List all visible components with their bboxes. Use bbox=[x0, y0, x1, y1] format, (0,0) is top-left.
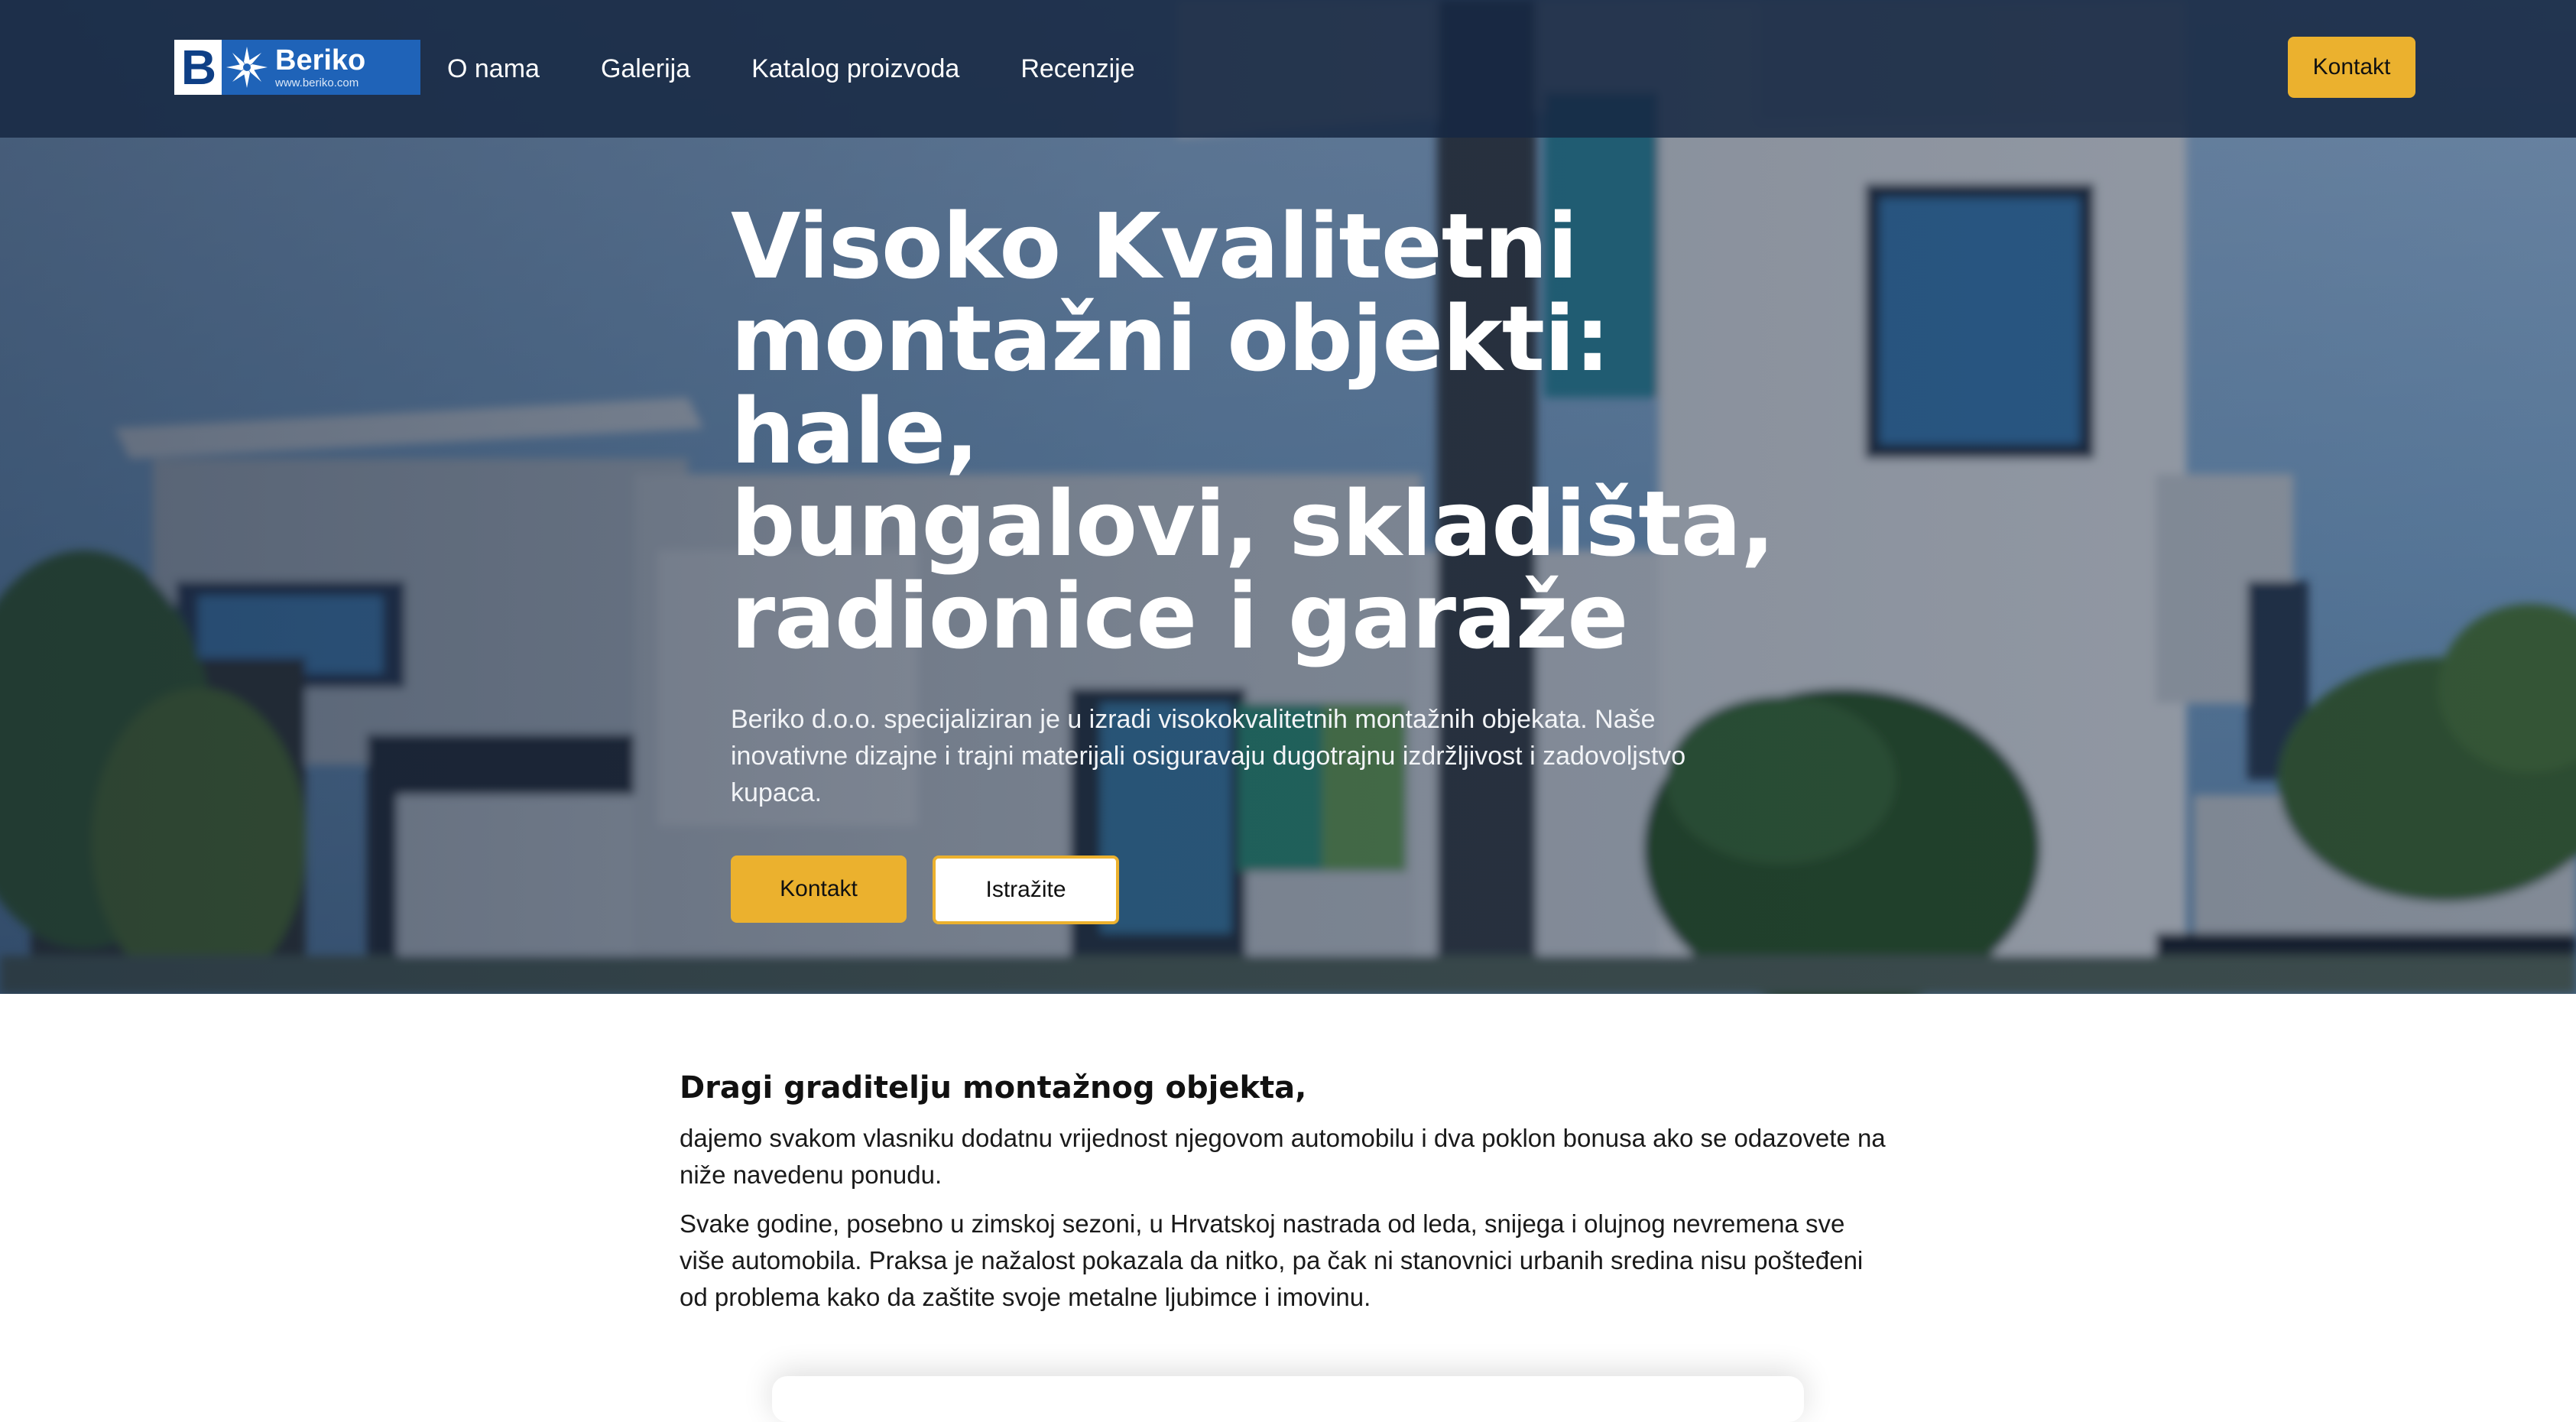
logo-text-block: Beriko www.beriko.com bbox=[275, 46, 365, 89]
hero-title-line: montažni objekti: hale, bbox=[731, 286, 1611, 484]
hero-istrazite-button[interactable]: Istražite bbox=[933, 855, 1119, 924]
beriko-logo[interactable]: B Beriko www.beriko.com bbox=[174, 40, 420, 95]
intro-section: Dragi graditelju montažnog objekta, daje… bbox=[680, 1066, 1903, 1328]
logo-name: Beriko bbox=[275, 44, 366, 76]
logo-url: www.beriko.com bbox=[275, 76, 359, 89]
top-navbar: B Beriko www.beriko.com O nama Galerija … bbox=[0, 0, 2576, 138]
nav-menu: O nama Galerija Katalog proizvoda Recenz… bbox=[447, 46, 1135, 92]
hero-section: B Beriko www.beriko.com O nama Galerija … bbox=[0, 0, 2576, 994]
nav-item-recenzije[interactable]: Recenzije bbox=[1020, 54, 1134, 84]
nav-kontakt-button[interactable]: Kontakt bbox=[2288, 37, 2415, 98]
intro-paragraph: dajemo svakom vlasniku dodatnu vrijednos… bbox=[680, 1124, 1886, 1189]
hero-subtitle: Beriko d.o.o. specijaliziran je u izradi… bbox=[731, 705, 1686, 807]
hero-title-line: Visoko Kvalitetni bbox=[731, 193, 1578, 299]
nav-item-galerija[interactable]: Galerija bbox=[601, 54, 690, 84]
hero-title-line: bungalovi, skladišta, bbox=[731, 471, 1775, 576]
logo-letter: B bbox=[174, 40, 222, 95]
hero-title-line: radionice i garaže bbox=[731, 563, 1628, 669]
star-icon bbox=[226, 47, 268, 88]
hero-content: Visoko Kvalitetni montažni objekti: hale… bbox=[731, 200, 1816, 924]
hero-title: Visoko Kvalitetni montažni objekti: hale… bbox=[731, 200, 1816, 663]
hero-kontakt-button[interactable]: Kontakt bbox=[731, 855, 907, 923]
intro-heading: Dragi graditelju montažnog objekta, bbox=[680, 1070, 1307, 1105]
nav-item-o-nama[interactable]: O nama bbox=[447, 54, 540, 84]
nav-item-katalog-proizvoda[interactable]: Katalog proizvoda bbox=[751, 54, 959, 84]
card-top-edge bbox=[772, 1376, 1804, 1422]
hero-button-group: Kontakt Istražite bbox=[731, 855, 1816, 924]
intro-paragraph: Svake godine, posebno u zimskoj sezoni, … bbox=[680, 1209, 1864, 1311]
